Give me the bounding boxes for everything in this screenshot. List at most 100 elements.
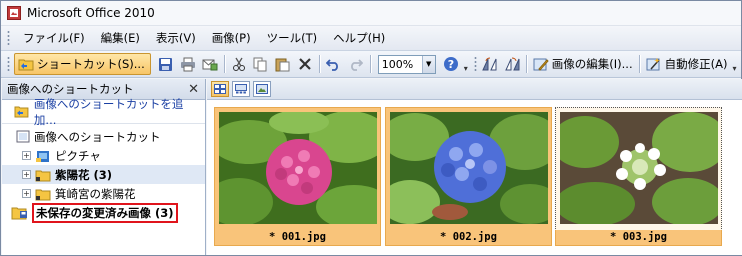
rotate-left-button[interactable] xyxy=(479,53,501,75)
help-icon: ? xyxy=(443,57,458,71)
toolbar-grip[interactable] xyxy=(473,56,477,72)
cut-button[interactable] xyxy=(228,53,250,75)
picture-shortcuts-icon xyxy=(16,130,30,143)
copy-icon xyxy=(253,57,267,71)
email-button[interactable] xyxy=(199,53,221,75)
copy-button[interactable] xyxy=(250,53,272,75)
menu-edit[interactable]: 編集(E) xyxy=(93,28,148,48)
expand-icon[interactable]: + xyxy=(22,170,31,179)
delete-x-icon xyxy=(298,58,311,70)
paste-button[interactable] xyxy=(272,53,294,75)
toolbar-options-icon[interactable]: ▾ xyxy=(464,64,468,73)
add-shortcut-link[interactable]: 画像へのショートカットを追加... xyxy=(2,97,205,127)
shortcut-tree: 画像へのショートカット + ピクチャ + 紫陽花 (3) + 箕崎宮の紫陽花 未… xyxy=(2,124,205,223)
save-icon xyxy=(159,57,173,71)
undo-icon xyxy=(326,59,339,71)
toolbar-separator xyxy=(525,55,527,73)
toolbar-separator xyxy=(318,55,320,73)
auto-correct-label: 自動修正(A) xyxy=(664,57,728,71)
print-button[interactable] xyxy=(177,53,199,75)
toolbar-options-icon[interactable]: ▾ xyxy=(732,64,736,73)
thumbnail-caption: * 003.jpg xyxy=(555,230,722,246)
tree-root[interactable]: 画像へのショートカット xyxy=(2,127,205,146)
paste-icon xyxy=(275,58,290,71)
thumbnail-view-button[interactable] xyxy=(211,81,229,97)
view-bar xyxy=(207,79,742,100)
tree-item-shrine-hydrangea[interactable]: + 箕崎宮の紫陽花 xyxy=(2,184,205,203)
picture-manager-icon xyxy=(7,6,21,20)
delete-button[interactable] xyxy=(294,53,316,75)
rotate-left-icon xyxy=(481,57,497,70)
svg-text:?: ? xyxy=(448,58,454,71)
toolbar-grip[interactable] xyxy=(7,56,10,72)
thumbnail-caption: * 002.jpg xyxy=(385,230,552,246)
tree-item-hydrangea[interactable]: + 紫陽花 (3) xyxy=(2,165,205,184)
email-picture-icon xyxy=(202,59,218,70)
thumbnail-view-icon xyxy=(214,84,226,94)
highlight-box: 未保存の変更済み画像 (3) xyxy=(32,202,178,223)
redo-button[interactable] xyxy=(345,53,367,75)
folder-icon xyxy=(35,189,51,200)
window-title: Microsoft Office 2010 xyxy=(27,6,155,20)
add-folder-icon xyxy=(14,106,29,118)
edit-picture-label: 画像の編集(I)... xyxy=(551,57,633,71)
single-picture-view-icon xyxy=(256,84,268,94)
menu-help[interactable]: ヘルプ(H) xyxy=(325,28,393,48)
shortcut-label: ショートカット(S)... xyxy=(37,57,145,71)
menu-bar: ファイル(F) 編集(E) 表示(V) 画像(P) ツール(T) ヘルプ(H) xyxy=(1,26,741,50)
toolbar-separator xyxy=(369,55,371,73)
filmstrip-view-button[interactable] xyxy=(232,81,250,97)
folder-icon xyxy=(35,170,51,181)
app-window: Microsoft Office 2010 ファイル(F) 編集(E) 表示(V… xyxy=(0,0,742,256)
tree-item-label: 紫陽花 (3) xyxy=(55,167,113,182)
folder-shortcut-icon xyxy=(18,59,34,71)
shortcuts-pane: 画像へのショートカット ✕ 画像へのショートカットを追加... 画像へのショート… xyxy=(2,79,206,255)
tree-item-label: ピクチャ xyxy=(55,148,101,163)
add-shortcut-label: 画像へのショートカットを追加... xyxy=(33,96,184,127)
thumbnail-item[interactable]: * 001.jpg xyxy=(214,107,381,246)
help-button[interactable]: ? xyxy=(440,53,462,75)
shortcut-button[interactable]: ショートカット(S)... xyxy=(14,53,151,75)
zoom-select[interactable]: 100% ▼ xyxy=(377,54,436,74)
chevron-down-icon[interactable]: ▼ xyxy=(421,55,435,73)
unsaved-folder-icon xyxy=(11,207,27,220)
menu-file[interactable]: ファイル(F) xyxy=(15,28,93,48)
tree-item-pictures[interactable]: + ピクチャ xyxy=(2,146,205,165)
filmstrip-view-icon xyxy=(235,84,247,94)
printer-icon xyxy=(180,57,195,71)
auto-correct-button[interactable]: 自動修正(A) xyxy=(643,53,731,75)
toolbar-separator xyxy=(223,55,225,73)
tree-item-unsaved[interactable]: 未保存の変更済み画像 (3) xyxy=(2,202,205,223)
toolbar-separator xyxy=(638,55,640,73)
menu-picture[interactable]: 画像(P) xyxy=(204,28,259,48)
standard-toolbar: ショートカット(S)... 100% ▼ ? ▾ 画像の編集(I)... 自動修… xyxy=(1,50,741,78)
thumbnail-pane: * 001.jpg * 002.jpg * 003.jpg xyxy=(207,79,742,255)
zoom-value: 100% xyxy=(381,57,414,71)
auto-correct-icon xyxy=(646,57,660,70)
scissors-icon xyxy=(232,57,245,71)
edit-picture-icon xyxy=(533,58,549,71)
close-icon[interactable]: ✕ xyxy=(188,82,199,97)
hydrangea-white-image xyxy=(560,112,718,224)
menu-view[interactable]: 表示(V) xyxy=(148,28,204,48)
expand-icon[interactable]: + xyxy=(22,189,31,198)
save-button[interactable] xyxy=(155,53,177,75)
pictures-folder-icon xyxy=(36,150,49,162)
redo-icon xyxy=(351,59,364,71)
tree-item-label: 箕崎宮の紫陽花 xyxy=(55,186,136,201)
title-bar: Microsoft Office 2010 xyxy=(1,1,741,26)
rotate-right-icon xyxy=(504,57,520,70)
tree-root-label: 画像へのショートカット xyxy=(34,129,161,144)
hydrangea-pink-image xyxy=(219,112,377,224)
thumbnail-item[interactable]: * 003.jpg xyxy=(555,107,722,246)
undo-button[interactable] xyxy=(323,53,345,75)
thumbnail-caption: * 001.jpg xyxy=(214,230,381,246)
thumbnail-item[interactable]: * 002.jpg xyxy=(385,107,552,246)
rotate-right-button[interactable] xyxy=(501,53,523,75)
unsaved-label: 未保存の変更済み画像 (3) xyxy=(36,205,174,220)
edit-picture-button[interactable]: 画像の編集(I)... xyxy=(530,53,636,75)
expand-icon[interactable]: + xyxy=(22,151,31,160)
single-view-button[interactable] xyxy=(253,81,271,97)
menu-tools[interactable]: ツール(T) xyxy=(259,28,326,48)
menu-grip[interactable] xyxy=(7,30,10,46)
